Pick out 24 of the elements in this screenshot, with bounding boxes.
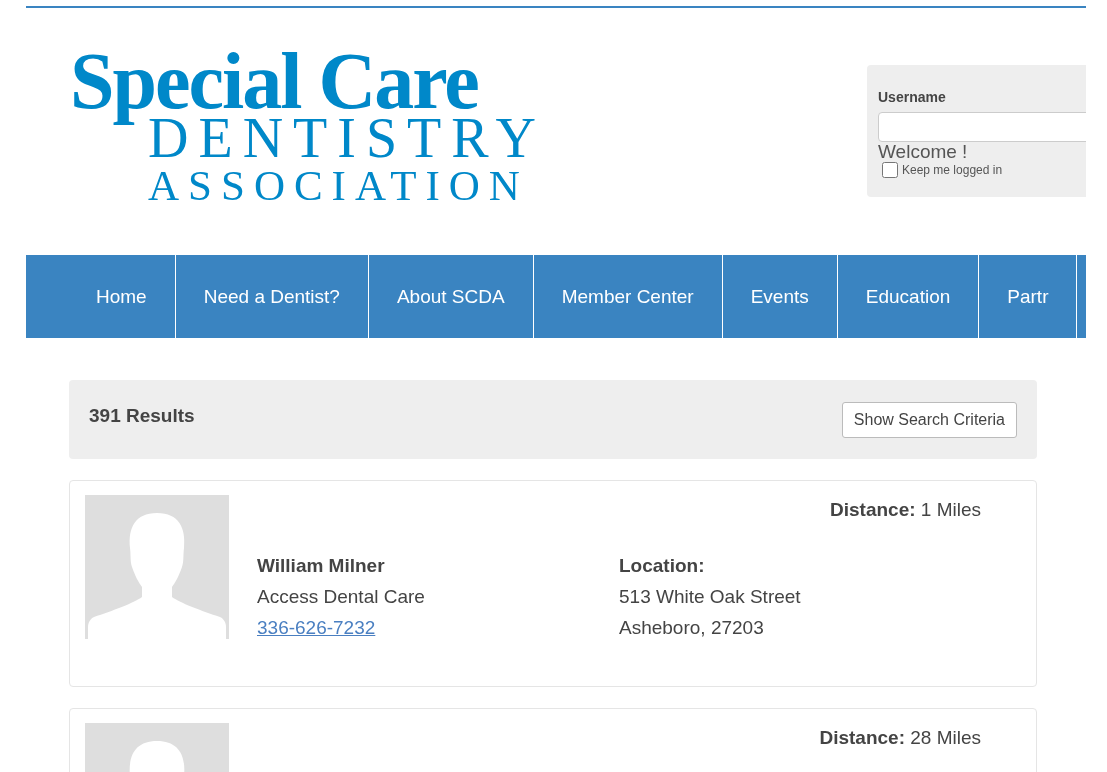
avatar-placeholder-icon — [85, 495, 229, 639]
results-count: 391 Results — [89, 404, 195, 427]
keep-logged-in-label: Keep me logged in — [902, 163, 1003, 177]
username-field[interactable] — [878, 112, 1086, 142]
location-label: Location: — [619, 554, 706, 578]
keep-logged-in-checkbox[interactable] — [882, 162, 898, 178]
nav-item[interactable]: Member Center — [533, 255, 723, 338]
nav-item[interactable]: Events — [722, 255, 838, 338]
phone-link[interactable]: 336-626-7232 — [257, 612, 619, 643]
distance-text: Distance: 1 Miles — [830, 499, 981, 521]
nav-item[interactable]: Partr — [979, 255, 1078, 338]
nav-item[interactable]: Education — [837, 255, 980, 338]
nav-item[interactable]: Need a Dentist? — [175, 255, 369, 338]
distance-text: Distance: 28 Miles — [819, 727, 981, 749]
practice-name: Access Dental Care — [257, 585, 426, 609]
nav-item[interactable]: Home — [26, 255, 176, 338]
street-address: 513 White Oak Street — [619, 585, 801, 609]
show-search-criteria-button[interactable]: Show Search Criteria — [841, 401, 1017, 438]
welcome-text: Welcome ! — [878, 142, 969, 162]
nav-item[interactable]: About SCDA — [368, 255, 534, 338]
logo-subtitle: ASSOCIATION — [148, 164, 530, 208]
dentist-name: William Milner — [257, 554, 386, 578]
username-label: Username — [878, 89, 947, 105]
city-zip: Asheboro, 27203 — [619, 616, 765, 640]
